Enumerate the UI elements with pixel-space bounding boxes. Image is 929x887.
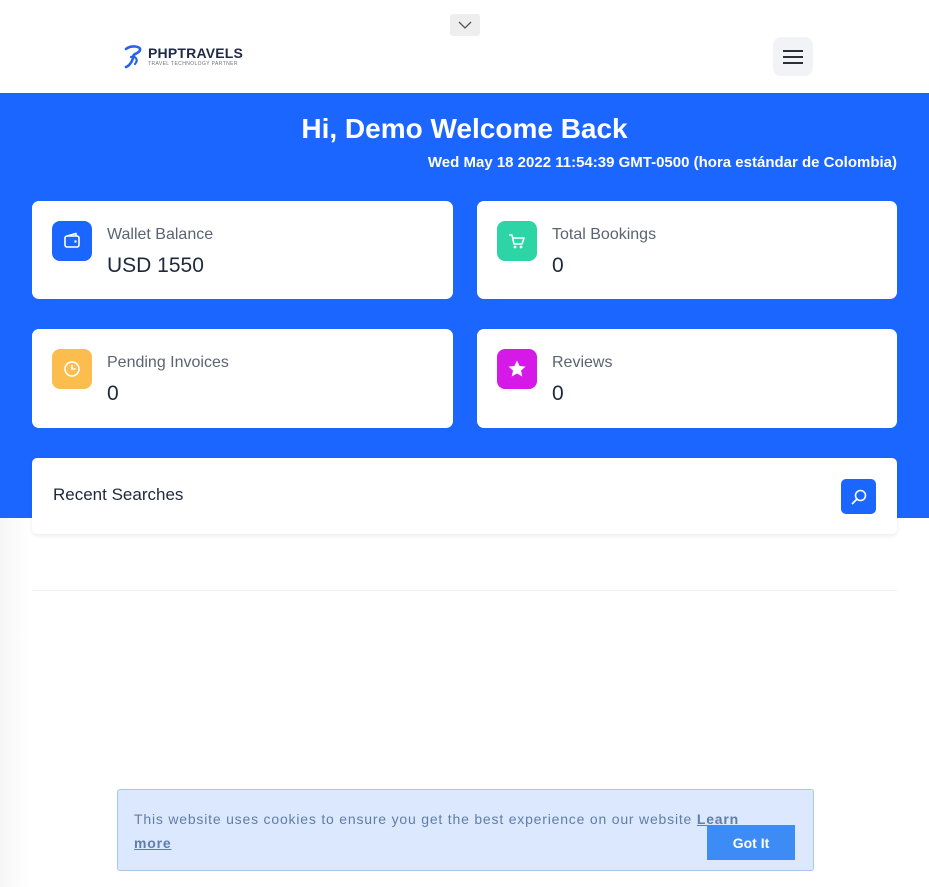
wallet-icon	[52, 221, 92, 261]
stat-value: USD 1550	[107, 254, 204, 277]
cookie-text: This website uses cookies to ensure you …	[134, 811, 693, 827]
collapse-toggle-button[interactable]	[450, 14, 480, 36]
stat-card-reviews[interactable]: Reviews 0	[477, 329, 897, 428]
stat-value: 0	[107, 382, 119, 405]
stat-card-wallet[interactable]: Wallet Balance USD 1550	[32, 201, 453, 299]
page-title: Hi, Demo Welcome Back	[301, 113, 628, 144]
stat-label: Reviews	[552, 354, 613, 371]
stat-value: 0	[552, 382, 564, 405]
chevron-down-icon	[458, 21, 472, 29]
stat-label: Total Bookings	[552, 226, 657, 243]
hamburger-menu-icon	[783, 49, 803, 64]
got-it-button[interactable]: Got It	[707, 825, 795, 860]
stat-card-invoices[interactable]: Pending Invoices 0	[32, 329, 453, 428]
stat-label: Pending Invoices	[107, 354, 229, 371]
cookie-banner: This website uses cookies to ensure you …	[117, 789, 814, 871]
logo-icon	[124, 45, 142, 69]
clock-icon	[52, 349, 92, 389]
brand-logo[interactable]: PHPTRAVELS TRAVEL TECHNOLOGY PARTNER	[123, 44, 243, 70]
brand-tagline: TRAVEL TECHNOLOGY PARTNER	[148, 61, 238, 67]
stat-value: 0	[552, 254, 564, 277]
stat-label: Wallet Balance	[107, 226, 214, 243]
top-navbar: PHPTRAVELS TRAVEL TECHNOLOGY PARTNER	[0, 0, 929, 93]
search-button[interactable]	[841, 479, 876, 514]
stat-card-bookings[interactable]: Total Bookings 0	[477, 201, 897, 299]
divider	[32, 590, 897, 591]
recent-searches-title: Recent Searches	[53, 485, 184, 504]
search-icon	[851, 489, 866, 504]
menu-button[interactable]	[773, 37, 813, 76]
star-icon	[497, 349, 537, 389]
cart-icon	[497, 221, 537, 261]
current-datetime: Wed May 18 2022 11:54:39 GMT-0500 (hora …	[427, 154, 897, 171]
brand-name: PHPTRAVELS	[148, 45, 244, 61]
recent-searches-panel: Recent Searches	[32, 458, 897, 534]
cookie-message: This website uses cookies to ensure you …	[134, 807, 774, 855]
